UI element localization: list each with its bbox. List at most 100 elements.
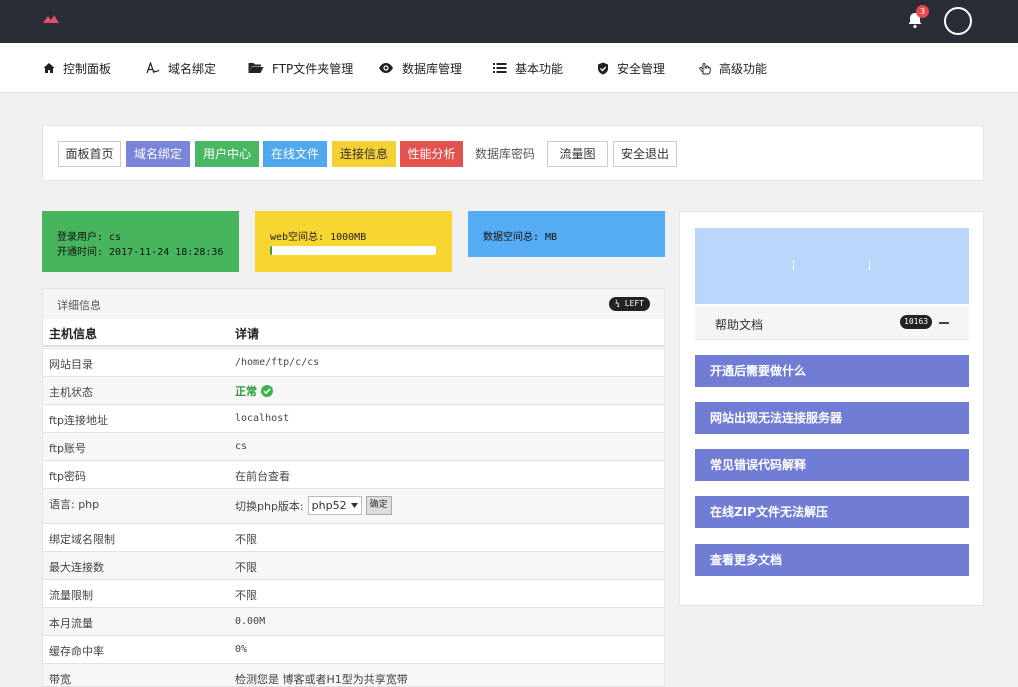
connection-info-button[interactable]: 连接信息	[332, 141, 396, 167]
row-value: 不限	[235, 561, 257, 574]
table-row: 主机状态 正常	[43, 376, 664, 404]
status-normal: 正常	[235, 385, 257, 398]
panel-home-button[interactable]: 面板首页	[58, 141, 121, 167]
user-center-button[interactable]: 用户中心	[195, 141, 259, 167]
detail-panel: 详细信息 ¼ LEFT 主机信息 详请 网站目录 /home/ftp/c/cs …	[42, 288, 665, 687]
doc-link[interactable]: 网站出现无法连接服务器	[695, 402, 969, 434]
folder-open-icon	[248, 63, 264, 73]
row-key: ftp连接地址	[49, 414, 108, 427]
nav-label: FTP文件夹管理	[272, 61, 354, 76]
table-row: ftp密码 在前台查看	[43, 460, 664, 488]
avatar[interactable]	[944, 7, 972, 35]
row-key: 缓存命中率	[49, 645, 104, 658]
header-details: 详请	[235, 327, 260, 341]
detail-title: 详细信息	[57, 299, 101, 312]
row-value: cs	[235, 441, 248, 452]
row-key: 流量限制	[49, 589, 93, 602]
row-key: 网站目录	[49, 358, 93, 371]
row-key: ftp密码	[49, 470, 86, 483]
header-host-info: 主机信息	[49, 327, 98, 341]
login-info-tile: 登录用户: cs 开通时间: 2017-11-24 18:28:36	[42, 211, 239, 272]
table-header-row: 主机信息 详请	[43, 319, 664, 347]
web-space-progress	[270, 246, 436, 255]
nav-label: 数据库管理	[402, 61, 463, 76]
table-row: 最大连接数 不限	[43, 551, 664, 579]
online-files-button[interactable]: 在线文件	[263, 141, 327, 167]
row-key: ftp账号	[49, 442, 86, 455]
top-bar: 3	[0, 0, 1018, 43]
db-space-tile: 数据空间总: MB	[468, 211, 665, 257]
login-user: 登录用户: cs	[57, 232, 122, 243]
open-time: 开通时间: 2017-11-24 18:28:36	[57, 247, 224, 258]
help-docs-count: 10163	[900, 315, 933, 329]
row-key: 带宽	[49, 673, 71, 686]
row-key: 语言: php	[49, 498, 100, 511]
table-row: 语言: php 切换php版本: php52 确定	[43, 488, 664, 523]
logout-button[interactable]: 安全退出	[613, 141, 677, 167]
web-space-tile: web空间总: 1000MB	[255, 211, 452, 272]
quick-button-bar: 面板首页 域名绑定 用户中心 在线文件 连接信息 性能分析 数据库密码 流量图 …	[42, 125, 984, 181]
nav-item-security[interactable]: 安全管理	[597, 59, 665, 77]
help-docs-header[interactable]: 帮助文档 10163	[695, 306, 969, 340]
eye-icon	[379, 63, 393, 73]
nav-item-ftp[interactable]: FTP文件夹管理	[248, 59, 353, 77]
nav-item-basic[interactable]: 基本功能	[493, 59, 563, 77]
domain-bind-button[interactable]: 域名绑定	[126, 141, 190, 167]
banner-divider	[793, 260, 794, 270]
nav-item-advanced[interactable]: 高级功能	[699, 59, 767, 77]
table-row: 带宽 检测您是 博客或者H1型为共享宽带	[43, 663, 664, 686]
traffic-chart-button[interactable]: 流量图	[547, 141, 608, 167]
web-space-total: web空间总: 1000MB	[270, 232, 367, 243]
row-value: localhost	[235, 413, 290, 424]
list-icon	[493, 63, 507, 73]
nav-label: 安全管理	[617, 61, 666, 76]
row-value: 正常	[235, 383, 273, 399]
row-value: 0%	[235, 644, 248, 655]
php-version-selected: php52	[311, 499, 347, 512]
nav-label: 高级功能	[719, 61, 768, 76]
row-value: /home/ftp/c/cs	[235, 357, 320, 368]
doc-link[interactable]: 常见错误代码解释	[695, 449, 969, 481]
nav-item-dashboard[interactable]: 控制面板	[43, 59, 111, 77]
row-value: 在前台查看	[235, 470, 290, 483]
banner-divider	[869, 260, 870, 270]
nav-label: 控制面板	[63, 61, 112, 76]
nav-label: 基本功能	[515, 61, 564, 76]
doc-link[interactable]: 开通后需要做什么	[695, 355, 969, 387]
shield-check-icon	[598, 62, 608, 74]
row-key: 绑定域名限制	[49, 533, 115, 546]
notification-badge: 3	[916, 5, 929, 18]
row-value: 检测您是 博客或者H1型为共享宽带	[235, 673, 408, 686]
nav-item-database[interactable]: 数据库管理	[378, 59, 462, 77]
php-version-select[interactable]: php52	[307, 496, 362, 515]
db-space-total: 数据空间总: MB	[483, 232, 558, 243]
main-nav: 控制面板 域名绑定 FTP文件夹管理 数据库管理 基本功能 安全管理 高级功能	[0, 43, 1018, 93]
nav-item-domain[interactable]: 域名绑定	[146, 59, 216, 77]
collapse-icon[interactable]	[939, 322, 949, 324]
brand-logo-icon[interactable]	[43, 14, 59, 24]
help-banner	[695, 228, 969, 304]
table-row: ftp账号 cs	[43, 432, 664, 460]
text-icon	[146, 62, 160, 74]
chevron-down-icon	[350, 503, 358, 508]
help-panel: 帮助文档 10163 开通后需要做什么 网站出现无法连接服务器 常见错误代码解释…	[679, 211, 984, 606]
more-docs-link[interactable]: 查看更多文档	[695, 544, 969, 576]
row-value: 切换php版本: php52 确定	[235, 496, 392, 515]
table-row: 网站目录 /home/ftp/c/cs	[43, 348, 664, 376]
help-docs-label: 帮助文档	[715, 318, 764, 332]
php-version-label: 切换php版本:	[235, 499, 304, 513]
row-key: 本月流量	[49, 617, 93, 630]
left-badge: ¼ LEFT	[609, 297, 650, 311]
db-password-button[interactable]: 数据库密码	[468, 141, 542, 167]
pointer-hand-icon	[699, 63, 711, 75]
row-key: 最大连接数	[49, 561, 104, 574]
performance-analysis-button[interactable]: 性能分析	[400, 141, 463, 167]
row-value: 0.00M	[235, 616, 266, 627]
nav-label: 域名绑定	[168, 61, 217, 76]
web-space-progress-fill	[270, 246, 272, 255]
table-row: ftp连接地址 localhost	[43, 404, 664, 432]
confirm-button[interactable]: 确定	[365, 496, 392, 515]
table-row: 绑定域名限制 不限	[43, 523, 664, 551]
doc-link[interactable]: 在线ZIP文件无法解压	[695, 496, 969, 528]
table-row: 缓存命中率 0%	[43, 635, 664, 663]
